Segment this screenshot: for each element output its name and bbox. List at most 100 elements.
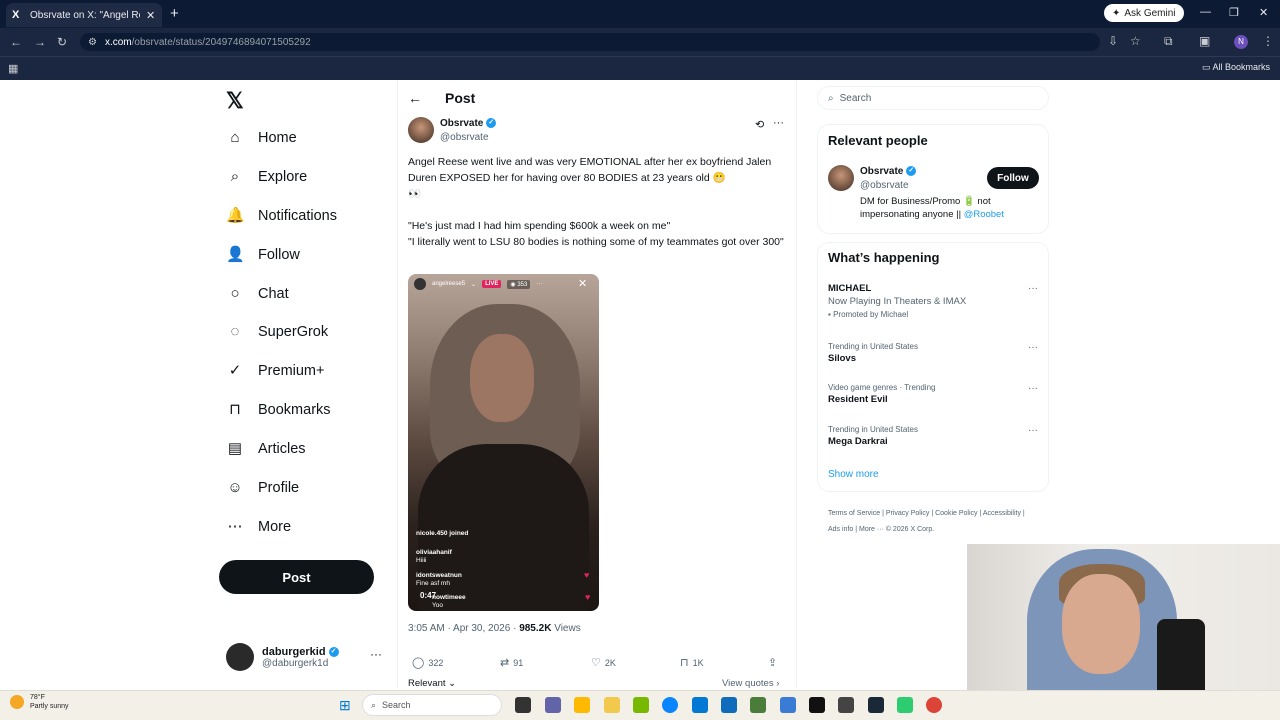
home-icon: ⌂	[230, 129, 240, 146]
copilot-icon[interactable]	[574, 697, 590, 713]
menu-icon[interactable]: ⋮	[1262, 34, 1274, 48]
outlook-icon[interactable]	[721, 697, 737, 713]
trend-title: MICHAEL	[828, 283, 872, 294]
reload-icon[interactable]: ↻	[57, 35, 67, 49]
sidebar-item-profile[interactable]: ☺ Profile	[226, 479, 299, 497]
sidebar-item-premium[interactable]: ✓ Premium+	[226, 362, 325, 380]
sidebar-item-label: More	[258, 519, 292, 535]
post-more-icon[interactable]: ···	[773, 117, 784, 129]
post-button[interactable]: Post	[219, 560, 374, 594]
forward-nav-icon[interactable]: →	[34, 35, 46, 49]
nvidia-icon[interactable]	[633, 697, 649, 713]
sidebar-item-follow[interactable]: 👤 Follow	[226, 246, 300, 264]
back-arrow-icon[interactable]: ←	[408, 90, 422, 106]
post-time[interactable]: 3:05 AM · Apr 30, 2026 ·	[408, 623, 519, 634]
edge-icon[interactable]	[662, 697, 678, 713]
sidebar-item-supergrok[interactable]: ◌ SuperGrok	[226, 323, 329, 341]
view-quotes-link[interactable]: View quotes ›	[722, 678, 779, 689]
verified-icon: ✓	[328, 646, 339, 657]
sidebar-item-label: Premium+	[258, 363, 325, 379]
author-handle[interactable]: @obsrvate	[440, 132, 489, 143]
sidebar-item-notifications[interactable]: 🔔 Notifications	[226, 207, 337, 225]
viewer-count-value: 353	[517, 281, 528, 288]
sidebar-item-articles[interactable]: ▤ Articles	[226, 440, 306, 458]
trend-item[interactable]: Trending in United States Silovs ···	[828, 342, 1038, 364]
bookmark-star-icon[interactable]: ☆	[1130, 34, 1141, 48]
address-bar[interactable]: ⚙ x.com/obsrvate/status/2049746894071505…	[80, 33, 1100, 51]
weather-widget[interactable]: 78°F Partly sunny	[10, 693, 69, 711]
app-icon[interactable]	[838, 697, 854, 713]
taskbar-search[interactable]: ⌕ Search	[362, 694, 502, 716]
trend-context: Trending in United States	[828, 342, 918, 351]
browser-tab-bar: X Obsrvate on X: "Angel Reese w ✕ + ✦ As…	[0, 0, 1280, 28]
account-switcher[interactable]: daburgerkid ✓ @daburgerk1d ···	[226, 643, 382, 671]
bookmarks-bar: ▦ ▭ All Bookmarks	[0, 56, 1280, 80]
sidebar-item-label: Bookmarks	[258, 402, 331, 418]
teams-icon[interactable]	[545, 697, 561, 713]
reply-button[interactable]: ◯ 322	[412, 656, 443, 669]
apps-grid-icon[interactable]: ▦	[8, 62, 18, 75]
person-handle[interactable]: @obsrvate	[860, 180, 909, 191]
person-avatar[interactable]	[828, 165, 854, 191]
profile-avatar[interactable]: N	[1234, 35, 1248, 49]
avatar	[226, 643, 254, 671]
search-input[interactable]: ⌕ Search	[817, 86, 1049, 110]
bio-mention-link[interactable]: @Roobet	[964, 209, 1004, 220]
author-name[interactable]: Obsrvate	[440, 118, 483, 129]
post-video[interactable]: angelreese5 ⌄ LIVE ◉ 353 ··· ✕ nicole.45…	[408, 274, 599, 611]
like-button[interactable]: ♡ 2K	[591, 656, 616, 669]
ask-gemini-button[interactable]: ✦ Ask Gemini	[1104, 4, 1184, 22]
reply-icon: ◯	[412, 657, 425, 669]
sidebar-item-label: Chat	[258, 286, 289, 302]
trend-more-icon[interactable]: ···	[1028, 283, 1038, 294]
show-more-link[interactable]: Show more	[828, 469, 879, 480]
reply-sort-dropdown[interactable]: Relevant ⌄	[408, 678, 456, 689]
extensions-icon[interactable]: ⧉	[1164, 34, 1173, 49]
back-nav-icon[interactable]: ←	[10, 35, 22, 49]
restore-icon[interactable]: ❐	[1229, 6, 1239, 19]
trend-item[interactable]: Trending in United States Mega Darkrai ·…	[828, 425, 1038, 447]
repost-button[interactable]: ⇄ 91	[500, 656, 523, 669]
sidebar-item-label: SuperGrok	[258, 324, 329, 340]
author-avatar[interactable]	[408, 117, 434, 143]
sidebar-item-chat[interactable]: ○ Chat	[226, 285, 289, 303]
x-logo-icon[interactable]: 𝕏	[226, 88, 244, 114]
app-icon[interactable]	[780, 697, 796, 713]
account-more-icon[interactable]: ···	[370, 647, 382, 661]
live-comment-text: Hiiii	[416, 557, 427, 564]
app-icon[interactable]	[750, 697, 766, 713]
bookmark-button[interactable]: ⊓ 1K	[680, 656, 704, 669]
close-tab-icon[interactable]: ✕	[146, 9, 155, 22]
share-button[interactable]: ⇪	[768, 656, 777, 669]
minimize-icon[interactable]: —	[1200, 6, 1211, 18]
sidebar-item-more[interactable]: ⋯ More	[226, 518, 292, 536]
chrome-icon[interactable]	[926, 697, 942, 713]
steam-icon[interactable]	[868, 697, 884, 713]
side-panel-icon[interactable]: ▣	[1199, 34, 1210, 48]
new-tab-button[interactable]: +	[170, 5, 179, 22]
ask-gemini-label: Ask Gemini	[1124, 7, 1176, 19]
trend-more-icon[interactable]: ···	[1028, 342, 1038, 353]
grok-icon[interactable]: ⟲	[755, 118, 764, 131]
install-app-icon[interactable]: ⇩	[1108, 34, 1118, 48]
trend-more-icon[interactable]: ···	[1028, 425, 1038, 436]
sidebar-item-explore[interactable]: ⌕ Explore	[226, 168, 307, 186]
task-view-icon[interactable]	[515, 697, 531, 713]
sidebar-item-home[interactable]: ⌂ Home	[226, 129, 296, 147]
all-bookmarks-button[interactable]: ▭ All Bookmarks	[1202, 62, 1270, 73]
store-icon[interactable]	[692, 697, 708, 713]
app-icon[interactable]	[809, 697, 825, 713]
browser-tab[interactable]: X Obsrvate on X: "Angel Reese w ✕	[6, 3, 162, 27]
person-name[interactable]: Obsrvate	[860, 166, 903, 177]
trend-more-icon[interactable]: ···	[1028, 383, 1038, 394]
trend-item[interactable]: MICHAEL Now Playing In Theaters & IMAX ▪…	[828, 283, 1038, 319]
close-window-icon[interactable]: ✕	[1259, 6, 1268, 19]
sidebar-item-bookmarks[interactable]: ⊓ Bookmarks	[226, 401, 331, 419]
site-info-icon[interactable]: ⚙	[88, 37, 97, 48]
follow-button[interactable]: Follow	[987, 167, 1039, 189]
windows-start-icon[interactable]: ⊞	[339, 697, 351, 714]
app-icon[interactable]	[897, 697, 913, 713]
file-explorer-icon[interactable]	[604, 697, 620, 713]
footer-links[interactable]: Terms of Service | Privacy Policy | Cook…	[828, 506, 1038, 538]
trend-item[interactable]: Video game genres · Trending Resident Ev…	[828, 383, 1038, 405]
